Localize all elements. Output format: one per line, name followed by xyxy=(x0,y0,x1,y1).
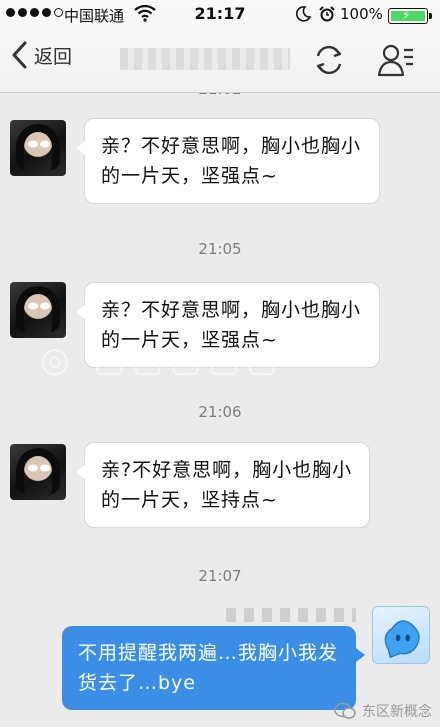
contact-avatar[interactable] xyxy=(10,120,66,176)
navigation-bar: 返回 xyxy=(0,32,440,90)
chat-title-obscured xyxy=(120,48,290,70)
message-bubble-incoming[interactable]: 亲?不好意思啊，胸小也胸小的一片天，坚持点~ xyxy=(76,442,370,528)
charging-bolt-icon: ⚡ xyxy=(402,8,411,22)
chevron-left-icon xyxy=(12,41,27,69)
message-bubble-incoming[interactable]: 亲？不好意思啊，胸小也胸小的一片天，坚强点~ xyxy=(76,118,380,204)
sunglasses-icon xyxy=(28,140,50,148)
timestamp: 21:06 xyxy=(198,403,242,421)
status-bar: 中国联通 21:17 100% ⚡ xyxy=(0,0,440,30)
message-bubble-outgoing[interactable]: 不用提醒我两遍…我胸小我发货去了…bye xyxy=(62,626,365,710)
source-name: 东区新概念 xyxy=(362,704,432,720)
contact-avatar[interactable] xyxy=(10,444,66,500)
top-bar: 中国联通 21:17 100% ⚡ 返回 xyxy=(0,0,440,93)
timestamp: 21:05 xyxy=(198,240,242,258)
timestamp: 21:07 xyxy=(198,567,242,585)
profile-list-icon[interactable] xyxy=(377,42,415,78)
chat-area[interactable]: 21:02 亲？不好意思啊，胸小也胸小的一片天，坚强点~ 21:05 亲？不好意… xyxy=(0,80,440,727)
do-not-disturb-icon xyxy=(295,6,311,22)
refresh-icon[interactable] xyxy=(311,42,347,78)
sunglasses-icon xyxy=(28,464,50,472)
sender-name-obscured xyxy=(226,608,356,622)
wechat-icon xyxy=(334,702,356,719)
contact-avatar[interactable] xyxy=(10,282,66,338)
my-avatar[interactable] xyxy=(372,606,430,664)
image-watermark: ◎ ▢▢▢▢▢ xyxy=(40,340,285,380)
back-button[interactable]: 返回 xyxy=(10,40,72,70)
sunglasses-icon xyxy=(28,302,50,310)
battery-percent: 100% xyxy=(340,5,383,23)
alarm-icon xyxy=(319,6,335,22)
battery-cap xyxy=(429,13,432,19)
source-watermark: 东区新概念 xyxy=(334,701,432,721)
back-label: 返回 xyxy=(34,45,73,68)
battery-icon: ⚡ xyxy=(388,8,432,24)
